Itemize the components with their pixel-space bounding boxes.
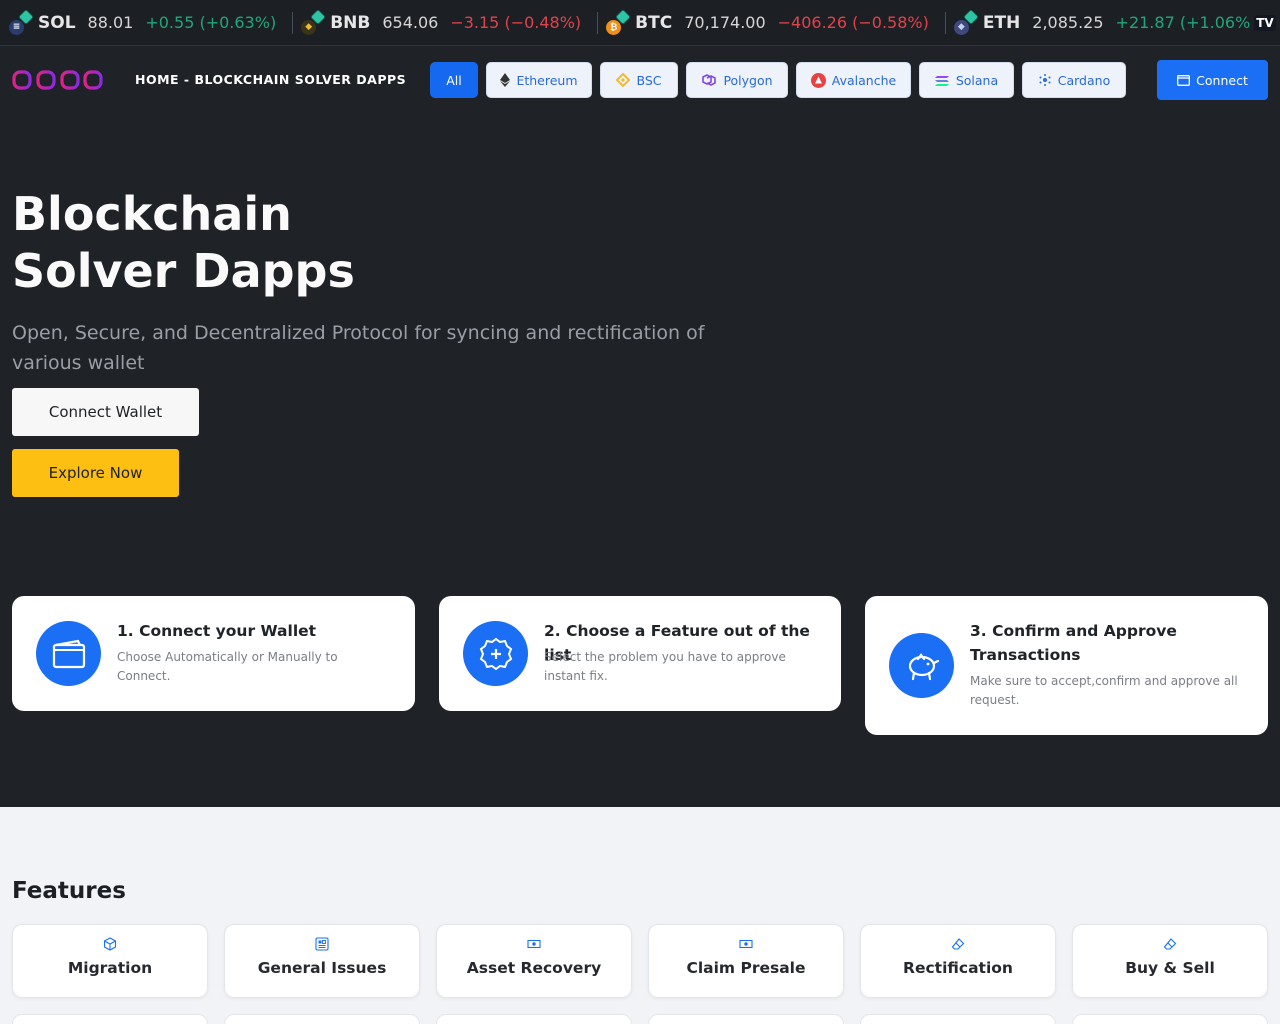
solana-icon (934, 75, 949, 86)
wallet-icon (1177, 74, 1191, 86)
wallet-icon (36, 621, 101, 686)
hero-title-line2: Solver Dapps (12, 244, 355, 298)
plus-badge-icon (463, 621, 528, 686)
ethereum-icon (500, 73, 511, 87)
feature-card-row2[interactable] (436, 1014, 632, 1024)
ticker-symbol: SOL (38, 12, 76, 33)
ticker-change: −406.26 (−0.58%) (777, 13, 929, 32)
connect-button[interactable]: Connect (1157, 60, 1268, 100)
polygon-icon (702, 74, 717, 86)
ticker-item-bnb[interactable]: ◆ BNB 654.06 −3.15 (−0.48%) (292, 0, 597, 45)
eraser-icon (1163, 938, 1177, 950)
feature-card-asset-recovery[interactable]: Asset Recovery (436, 924, 632, 998)
feature-card-row2[interactable] (1072, 1014, 1268, 1024)
feature-card-claim-presale[interactable]: Claim Presale (648, 924, 844, 998)
breadcrumb: HOME - BLOCKCHAIN SOLVER DAPPS (135, 72, 407, 87)
tradingview-logo-text: TV (1254, 15, 1276, 31)
chain-filter-label: Cardano (1057, 72, 1111, 88)
dapp-logo[interactable] (12, 58, 104, 102)
ticker-price: 88.01 (87, 13, 134, 32)
step-card-confirm[interactable]: 3. Confirm and Approve Transactions Make… (865, 596, 1268, 735)
price-ticker: ≡ SOL 88.01 +0.55 (+0.63%) ◆ BNB 654.06 … (0, 0, 1280, 46)
chain-filter-ethereum[interactable]: Ethereum (486, 62, 592, 98)
tradingview-logo[interactable]: TV (1250, 0, 1280, 45)
avalanche-icon (810, 72, 826, 88)
cardano-icon (1039, 74, 1051, 86)
step-title: 1. Connect your Wallet (117, 622, 317, 640)
chain-filter-bsc[interactable]: BSC (600, 62, 678, 98)
feature-label: Claim Presale (686, 959, 806, 977)
ticker-price: 70,174.00 (684, 13, 766, 32)
step-card-connect[interactable]: 1. Connect your Wallet Choose Automatica… (12, 596, 415, 711)
piggy-bank-icon (889, 633, 954, 698)
hero-title-line1: Blockchain (12, 187, 292, 241)
step-description: Make sure to accept,confirm and approve … (970, 674, 1238, 707)
connect-wallet-button[interactable]: Connect Wallet (12, 388, 199, 436)
feature-card-row2[interactable] (12, 1014, 208, 1024)
step-title: 3. Confirm and Approve Transactions (970, 622, 1177, 664)
feature-card-row2[interactable] (648, 1014, 844, 1024)
feature-label: Buy & Sell (1125, 959, 1215, 977)
hero-title: Blockchain Solver Dapps (12, 186, 512, 300)
feature-card-row2[interactable] (224, 1014, 420, 1024)
feature-label: Migration (67, 959, 153, 977)
btc-coin-icon: ₿ (605, 9, 630, 35)
ticker-change: −3.15 (−0.48%) (450, 13, 582, 32)
ticker-change: +0.55 (+0.63%) (145, 13, 277, 32)
grid-icon (315, 937, 329, 951)
ticker-symbol: ETH (982, 12, 1021, 33)
step-card-choose-feature[interactable]: 2. Choose a Feature out of the list Sele… (439, 596, 841, 711)
step-description: Choose Automatically or Manually to Conn… (117, 650, 338, 683)
feature-card-buy-sell[interactable]: Buy & Sell (1072, 924, 1268, 998)
chain-filter-label: Avalanche (831, 72, 897, 88)
feature-label: Asset Recovery (466, 959, 602, 977)
chain-filter-label: BSC (636, 72, 662, 88)
feature-card-migration[interactable]: Migration (12, 924, 208, 998)
chain-filter-label: Solana (955, 72, 999, 88)
ticker-item-eth[interactable]: ◆ ETH 2,085.25 +21.87 (+1.06%) (944, 0, 1273, 45)
features-title: Features (12, 878, 126, 904)
bsc-icon (616, 73, 631, 87)
ticker-price: 2,085.25 (1032, 13, 1104, 32)
step-description: Select the problem you have to approve i… (544, 650, 786, 683)
connect-button-label: Connect (1196, 72, 1248, 88)
feature-card-rectification[interactable]: Rectification (860, 924, 1056, 998)
feature-card-row2[interactable] (860, 1014, 1056, 1024)
ticker-symbol: BNB (330, 12, 371, 33)
chain-filter-polygon[interactable]: Polygon (686, 62, 788, 98)
cash-icon (739, 939, 753, 949)
chain-filter-avalanche[interactable]: Avalanche (796, 62, 911, 98)
feature-label: General Issues (257, 959, 387, 977)
ticker-symbol: BTC (635, 12, 673, 33)
bnb-coin-icon: ◆ (300, 9, 325, 35)
feature-label: Rectification (903, 959, 1013, 977)
chain-filter-solana[interactable]: Solana (919, 62, 1014, 98)
eth-coin-icon: ◆ (953, 9, 978, 35)
chain-filter-cardano[interactable]: Cardano (1022, 62, 1126, 98)
ticker-item-btc[interactable]: ₿ BTC 70,174.00 −406.26 (−0.58%) (597, 0, 945, 45)
ticker-price: 654.06 (382, 13, 439, 32)
explore-now-button[interactable]: Explore Now (12, 449, 179, 497)
feature-card-general-issues[interactable]: General Issues (224, 924, 420, 998)
box-icon (103, 937, 117, 951)
eraser-icon (951, 938, 965, 950)
chain-filter-label: Polygon (723, 72, 773, 88)
ticker-item-sol[interactable]: ≡ SOL 88.01 +0.55 (+0.63%) (0, 0, 292, 45)
cash-icon (527, 939, 541, 949)
chain-filter-label: All (446, 72, 462, 88)
chain-filter-all[interactable]: All (430, 62, 478, 98)
chain-filter-label: Ethereum (516, 72, 578, 88)
hero-subtitle: Open, Secure, and Decentralized Protocol… (12, 322, 705, 374)
sol-coin-icon: ≡ (8, 9, 33, 35)
ticker-change: +21.87 (+1.06%) (1115, 13, 1257, 32)
